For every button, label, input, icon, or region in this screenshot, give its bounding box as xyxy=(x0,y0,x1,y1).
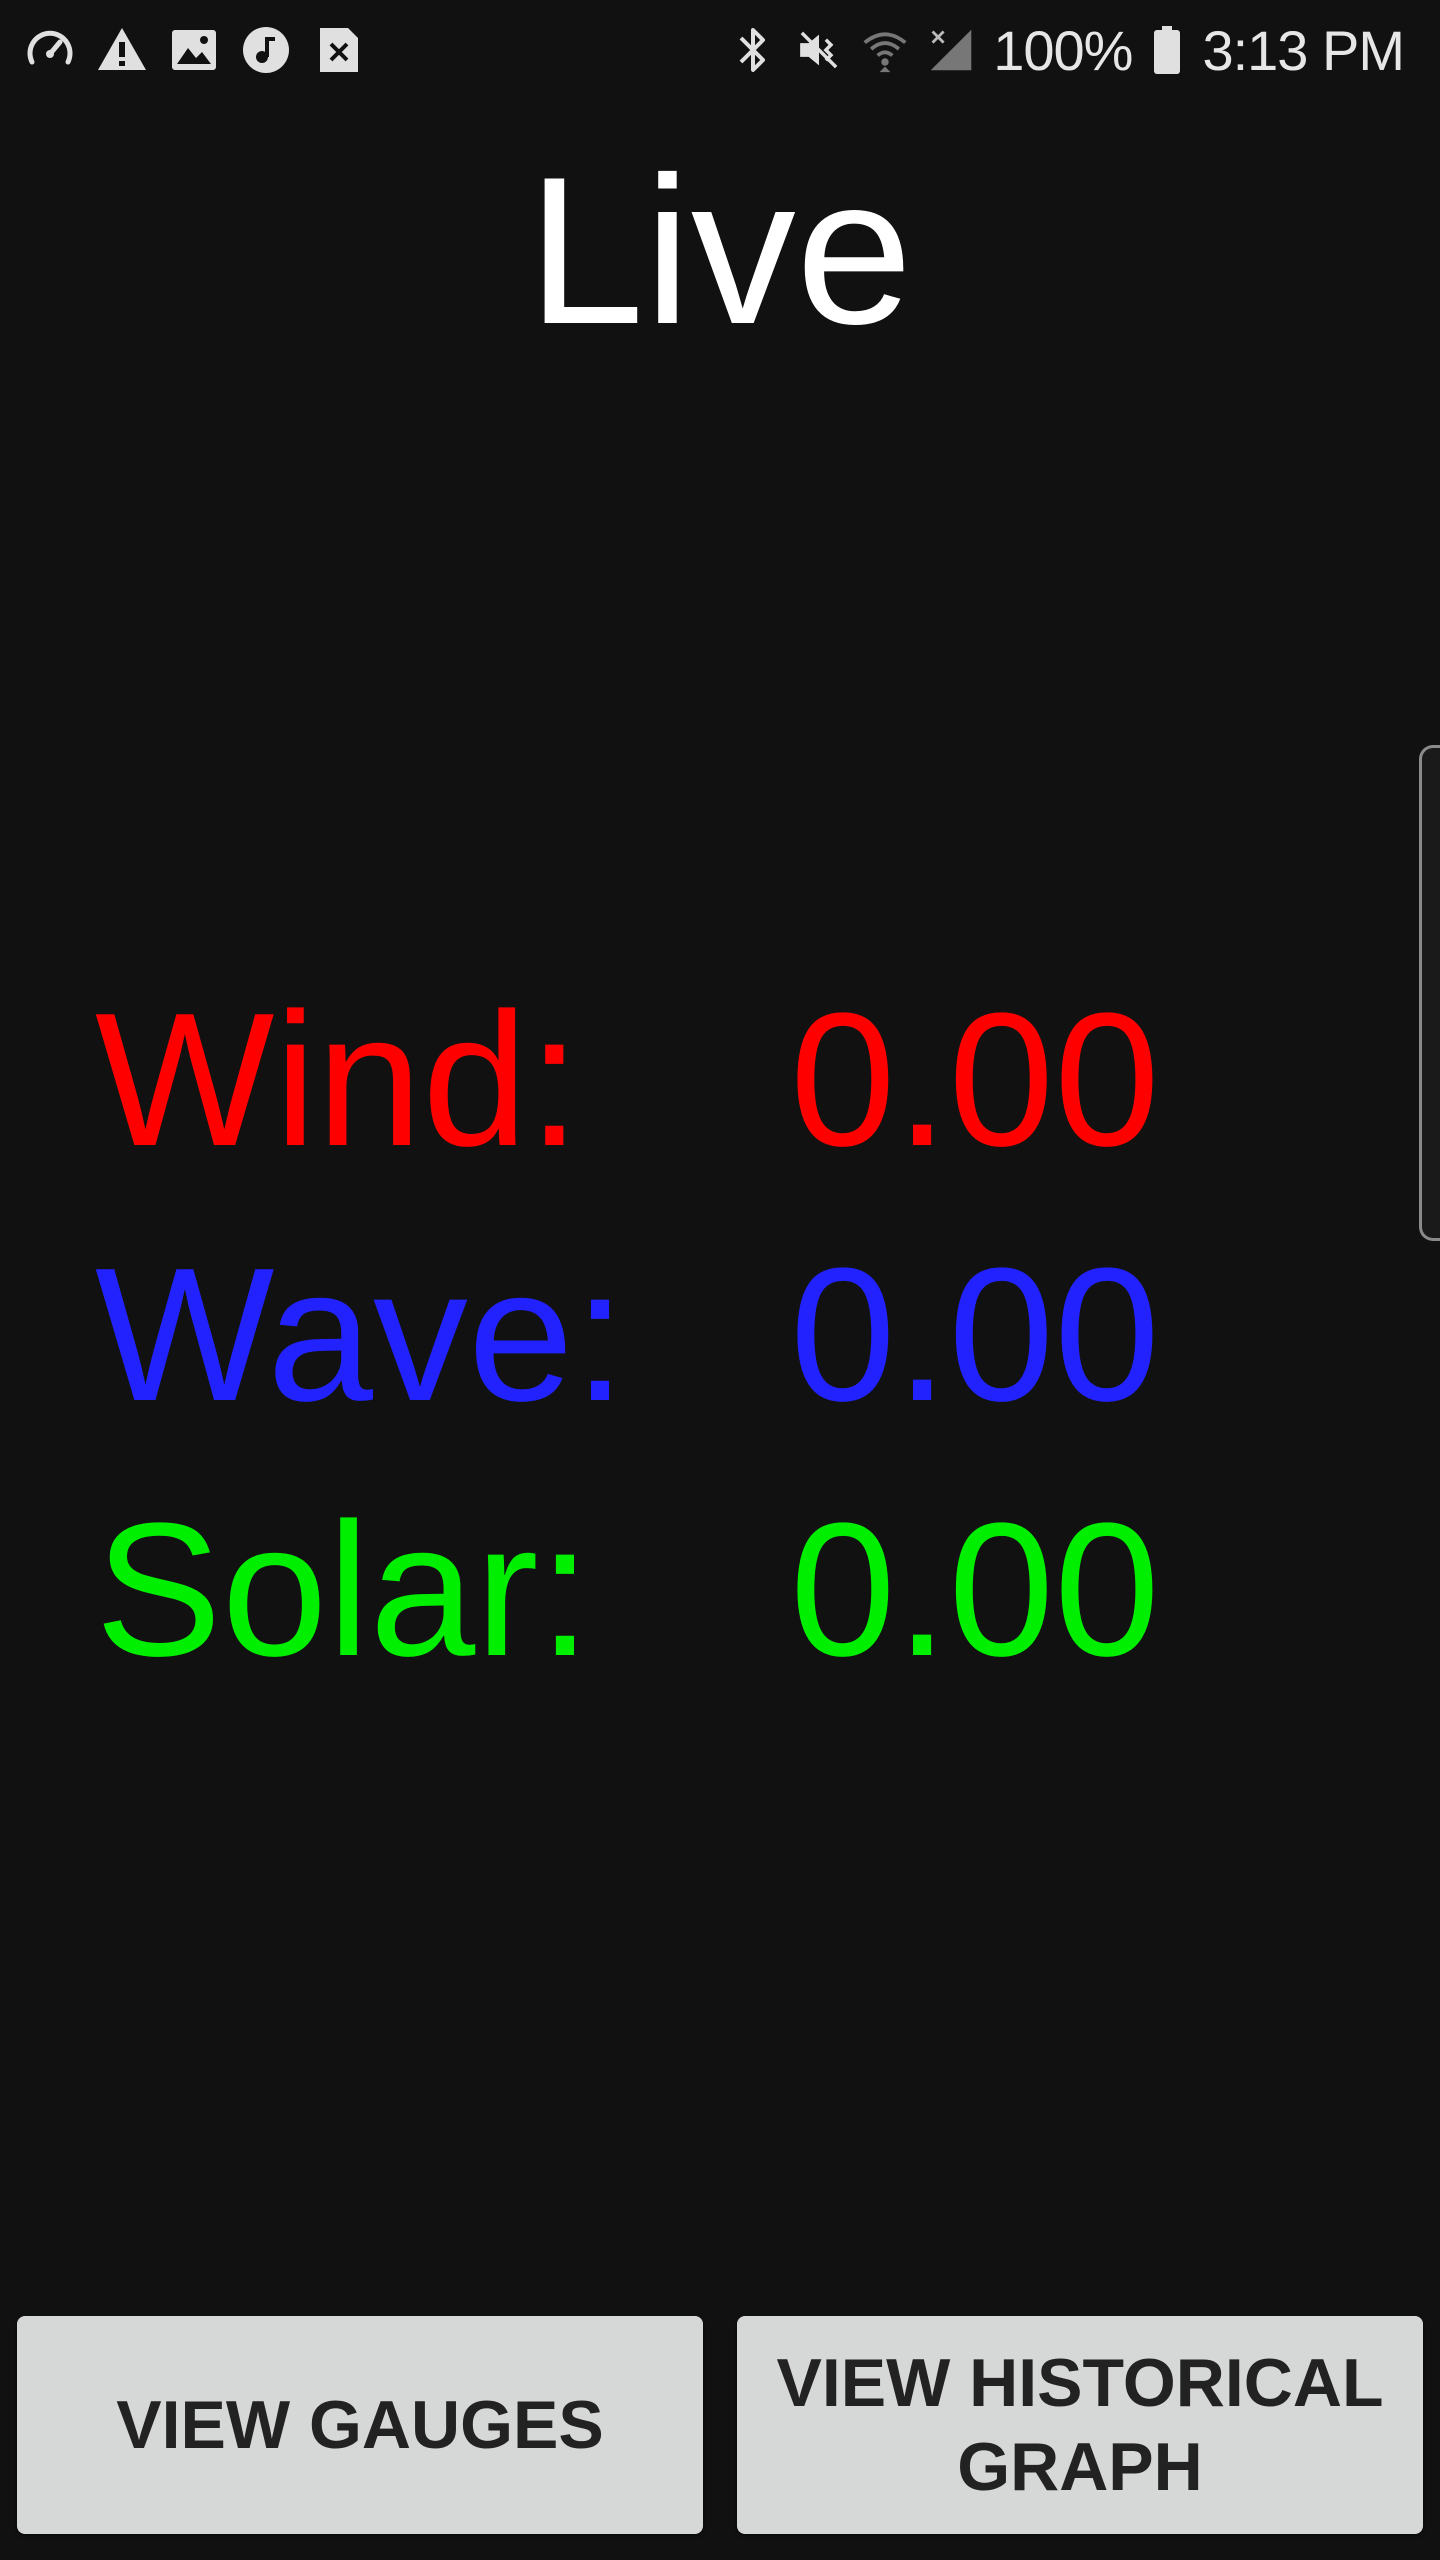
live-screen: 100% 3:13 PM Live Wind: 0.00 Wave: 0.00 … xyxy=(0,0,1440,2560)
notification-icons xyxy=(24,20,364,80)
wave-value: 0.00 xyxy=(790,1229,1160,1441)
battery-percent: 100% xyxy=(993,18,1133,82)
edge-panel-handle[interactable] xyxy=(1419,745,1440,1241)
warning-icon xyxy=(96,24,148,76)
page-title: Live xyxy=(527,133,913,368)
view-gauges-button[interactable]: VIEW GAUGES xyxy=(17,2316,703,2534)
status-bar: 100% 3:13 PM xyxy=(0,0,1440,100)
clock: 3:13 PM xyxy=(1202,18,1405,82)
speedometer-icon xyxy=(24,24,76,76)
view-historical-graph-label: VIEW HISTORICAL GRAPH xyxy=(777,2341,1384,2509)
vibrate-icon xyxy=(795,24,843,76)
bluetooth-icon xyxy=(729,24,777,76)
view-historical-graph-button[interactable]: VIEW HISTORICAL GRAPH xyxy=(737,2316,1423,2534)
wave-reading: Wave: 0.00 xyxy=(95,1229,1295,1441)
image-icon xyxy=(168,24,220,76)
solar-reading: Solar: 0.00 xyxy=(95,1484,1295,1696)
graph-label-line2: GRAPH xyxy=(957,2429,1203,2505)
music-icon xyxy=(240,24,292,76)
system-status: 100% 3:13 PM xyxy=(729,18,1405,82)
sim-error-icon xyxy=(312,24,364,76)
wind-value: 0.00 xyxy=(790,974,1160,1186)
wave-label: Wave: xyxy=(95,1229,627,1441)
wind-label: Wind: xyxy=(95,974,581,1186)
battery-icon xyxy=(1150,24,1184,76)
view-gauges-label: VIEW GAUGES xyxy=(116,2387,604,2463)
signal-icon xyxy=(927,24,975,76)
graph-label-line1: VIEW HISTORICAL xyxy=(776,2345,1384,2421)
solar-value: 0.00 xyxy=(790,1484,1160,1696)
wifi-icon xyxy=(861,24,909,76)
wind-reading: Wind: 0.00 xyxy=(95,974,1295,1186)
solar-label: Solar: xyxy=(95,1484,592,1696)
